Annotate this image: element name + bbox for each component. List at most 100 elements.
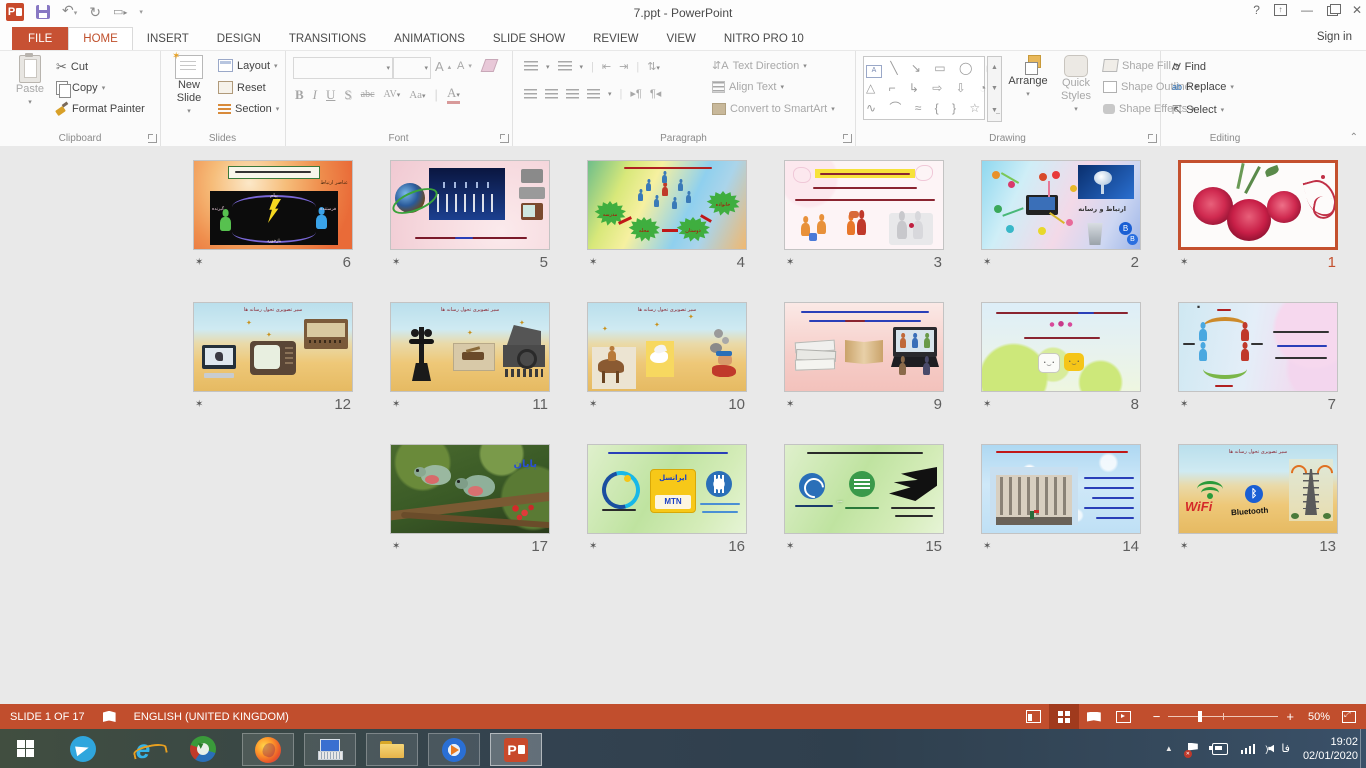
font-color-button[interactable]: A▾	[447, 85, 460, 104]
slide-sorter-view-button[interactable]	[1049, 704, 1079, 729]
select-button[interactable]: ⇱Select▾	[1172, 103, 1224, 117]
idm-icon[interactable]	[178, 733, 228, 764]
tab-design[interactable]: DESIGN	[203, 27, 275, 50]
bold-button[interactable]: B	[295, 87, 304, 103]
slide-5-thumbnail[interactable]	[390, 160, 550, 250]
slide-8-thumbnail[interactable]	[981, 302, 1141, 392]
restore-button[interactable]	[1327, 6, 1338, 16]
help-button[interactable]: ?	[1253, 3, 1260, 17]
powerpoint-taskbar-icon[interactable]: P	[490, 733, 542, 766]
slide-6-thumbnail[interactable]: عناصر ارتباط پیام گیرنده فرستنده بازخورد	[193, 160, 353, 250]
fit-slide-to-window-button[interactable]	[1342, 711, 1356, 723]
bullets-icon[interactable]	[524, 61, 538, 72]
align-right-icon[interactable]	[566, 89, 579, 99]
language-indicator[interactable]: ENGLISH (UNITED KINGDOM)	[134, 711, 289, 723]
line-spacing-icon[interactable]: ⇅▾	[647, 60, 660, 73]
decrease-indent-icon[interactable]: ⇤	[602, 60, 611, 73]
zoom-out-button[interactable]: −	[1153, 709, 1161, 724]
change-case-button[interactable]: Aa▾	[409, 89, 425, 101]
slide-9-thumbnail[interactable]	[784, 302, 944, 392]
layout-button[interactable]: Layout▾	[218, 59, 278, 72]
slide-1-thumbnail-selected[interactable]	[1178, 160, 1338, 250]
normal-view-button[interactable]	[1019, 704, 1049, 729]
input-language-indicator[interactable]: فا	[1281, 742, 1290, 755]
tab-file[interactable]: FILE	[12, 27, 68, 50]
shadow-button[interactable]: S	[344, 87, 351, 103]
ltr-direction-icon[interactable]: ▸¶	[630, 87, 641, 100]
quick-styles-button[interactable]: Quick Styles▾	[1053, 55, 1099, 116]
show-desktop-button[interactable]	[1360, 729, 1366, 768]
slide-7-thumbnail[interactable]: ▪	[1178, 302, 1338, 392]
italic-button[interactable]: I	[313, 87, 317, 103]
zoom-level[interactable]: 50%	[1308, 711, 1330, 723]
align-text-button[interactable]: Align Text▾	[712, 81, 784, 93]
font-name-combo[interactable]: ▾	[293, 57, 393, 79]
font-dialog-launcher[interactable]	[500, 134, 509, 143]
slide-sorter-area[interactable]: عناصر ارتباط پیام گیرنده فرستنده بازخورد…	[0, 146, 1366, 704]
format-painter-button[interactable]: Format Painter	[56, 103, 145, 115]
tab-home[interactable]: HOME	[68, 27, 133, 50]
clear-formatting-button[interactable]	[483, 59, 496, 72]
slide-10-thumbnail[interactable]: سیر تصویری تحول رسانه ها ✦✦✦	[587, 302, 747, 392]
action-center-flag-icon[interactable]	[1186, 743, 1199, 755]
font-size-combo[interactable]: ▾	[393, 57, 431, 79]
ribbon-display-options-button[interactable]: ↑	[1274, 4, 1287, 16]
text-box-icon[interactable]: A	[866, 65, 882, 78]
clipboard-dialog-launcher[interactable]	[148, 134, 157, 143]
tab-review[interactable]: REVIEW	[579, 27, 652, 50]
numbering-icon[interactable]	[558, 61, 572, 72]
power-icon[interactable]	[1212, 743, 1228, 755]
telegram-icon[interactable]	[58, 733, 108, 764]
grow-font-button[interactable]: A▴	[435, 59, 451, 74]
increase-indent-icon[interactable]: ⇥	[619, 60, 628, 73]
media-player-icon[interactable]	[428, 733, 480, 766]
tab-transitions[interactable]: TRANSITIONS	[275, 27, 380, 50]
shapes-gallery-scroll[interactable]: ▲▼▼̲	[987, 56, 1002, 122]
paste-button[interactable]: Paste▾	[10, 55, 50, 109]
zoom-in-button[interactable]: +	[1286, 709, 1294, 724]
rtl-direction-icon[interactable]: ¶◂	[650, 87, 661, 100]
reset-button[interactable]: Reset	[218, 81, 266, 94]
align-center-icon[interactable]	[545, 89, 558, 99]
slideshow-view-button[interactable]	[1109, 704, 1139, 729]
convert-smartart-button[interactable]: Convert to SmartArt▾	[712, 103, 835, 115]
tab-animations[interactable]: ANIMATIONS	[380, 27, 479, 50]
zoom-slider-thumb[interactable]	[1198, 711, 1202, 722]
slide-13-thumbnail[interactable]: سیر تصویری تحول رسانه ها WiFi ᛒ Bluetoot…	[1178, 444, 1338, 534]
network-signal-icon[interactable]	[1241, 744, 1256, 754]
slide-17-thumbnail[interactable]: پایان	[390, 444, 550, 534]
new-slide-button[interactable]: New Slide▾	[168, 55, 210, 118]
find-button[interactable]: ⌭Find	[1172, 59, 1206, 74]
tab-nitro-pro[interactable]: NITRO PRO 10	[710, 27, 818, 50]
justify-icon[interactable]	[587, 89, 600, 99]
tab-view[interactable]: VIEW	[652, 27, 709, 50]
slide-4-thumbnail[interactable]: خانواده دوستان محله مدرسه	[587, 160, 747, 250]
spellcheck-icon[interactable]	[103, 711, 116, 722]
slide-14-thumbnail[interactable]	[981, 444, 1141, 534]
reading-view-button[interactable]	[1079, 704, 1109, 729]
show-hidden-icons-button[interactable]: ▲	[1165, 744, 1173, 753]
clock[interactable]: 19:02 02/01/2020	[1303, 735, 1358, 763]
slide-3-thumbnail[interactable]	[784, 160, 944, 250]
start-button[interactable]	[0, 733, 50, 764]
cut-button[interactable]: ✂Cut	[56, 59, 88, 75]
shapes-gallery[interactable]: A ╲ ↘ ▭ ◯ ▢ △ ⌐ ↳ ⇨ ⇩ ◔ ∿ ⌒ ≈ { } ☆	[863, 56, 985, 120]
section-button[interactable]: Section▾	[218, 103, 279, 115]
copy-button[interactable]: Copy▾	[56, 81, 105, 95]
tab-insert[interactable]: INSERT	[133, 27, 203, 50]
zoom-slider[interactable]	[1168, 716, 1278, 717]
collapse-ribbon-button[interactable]: ⌃	[1350, 132, 1358, 143]
slide-15-thumbnail[interactable]: ـــ	[784, 444, 944, 534]
slide-12-thumbnail[interactable]: سیر تصویری تحول رسانه ها ✦✦	[193, 302, 353, 392]
text-direction-button[interactable]: ⇵AText Direction▾	[712, 59, 807, 72]
file-explorer-icon[interactable]	[366, 733, 418, 766]
sign-in-link[interactable]: Sign in	[1317, 31, 1352, 43]
slide-11-thumbnail[interactable]: سیر تصویری تحول رسانه ها ✦✦	[390, 302, 550, 392]
firefox-icon[interactable]	[242, 733, 294, 766]
on-screen-keyboard-icon[interactable]	[304, 733, 356, 766]
align-left-icon[interactable]	[524, 89, 537, 99]
slide-2-thumbnail[interactable]: ارتباط و رسانه B B	[981, 160, 1141, 250]
replace-button[interactable]: abReplace▾	[1172, 81, 1234, 93]
slide-16-thumbnail[interactable]: ایرانسل MTN	[587, 444, 747, 534]
character-spacing-button[interactable]: AV▾	[384, 89, 401, 100]
